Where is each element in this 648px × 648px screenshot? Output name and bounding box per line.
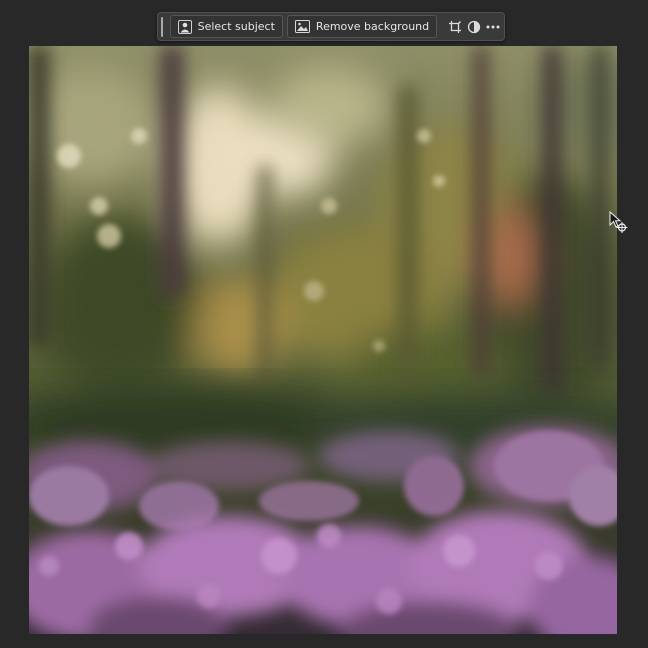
editor-workspace: Select subject Remove background (0, 0, 648, 648)
document-canvas[interactable] (29, 46, 617, 634)
crop-button[interactable] (447, 15, 462, 38)
image-icon (294, 20, 310, 33)
person-silhouette-icon (177, 19, 192, 34)
adjustment-button[interactable] (466, 15, 481, 38)
forest-heather-photo (29, 46, 617, 634)
select-subject-label: Select subject (197, 20, 275, 33)
select-subject-button[interactable]: Select subject (169, 15, 283, 38)
contextual-taskbar: Select subject Remove background (157, 12, 505, 41)
remove-background-label: Remove background (315, 20, 430, 33)
more-options-button[interactable] (485, 15, 500, 38)
more-horizontal-icon (486, 25, 500, 29)
half-circle-adjustment-icon (467, 20, 481, 34)
arrow-with-crosshair-cursor-icon (609, 210, 629, 235)
crop-icon (448, 20, 462, 34)
remove-background-button[interactable]: Remove background (286, 15, 438, 38)
taskbar-drag-handle[interactable] (161, 16, 163, 37)
